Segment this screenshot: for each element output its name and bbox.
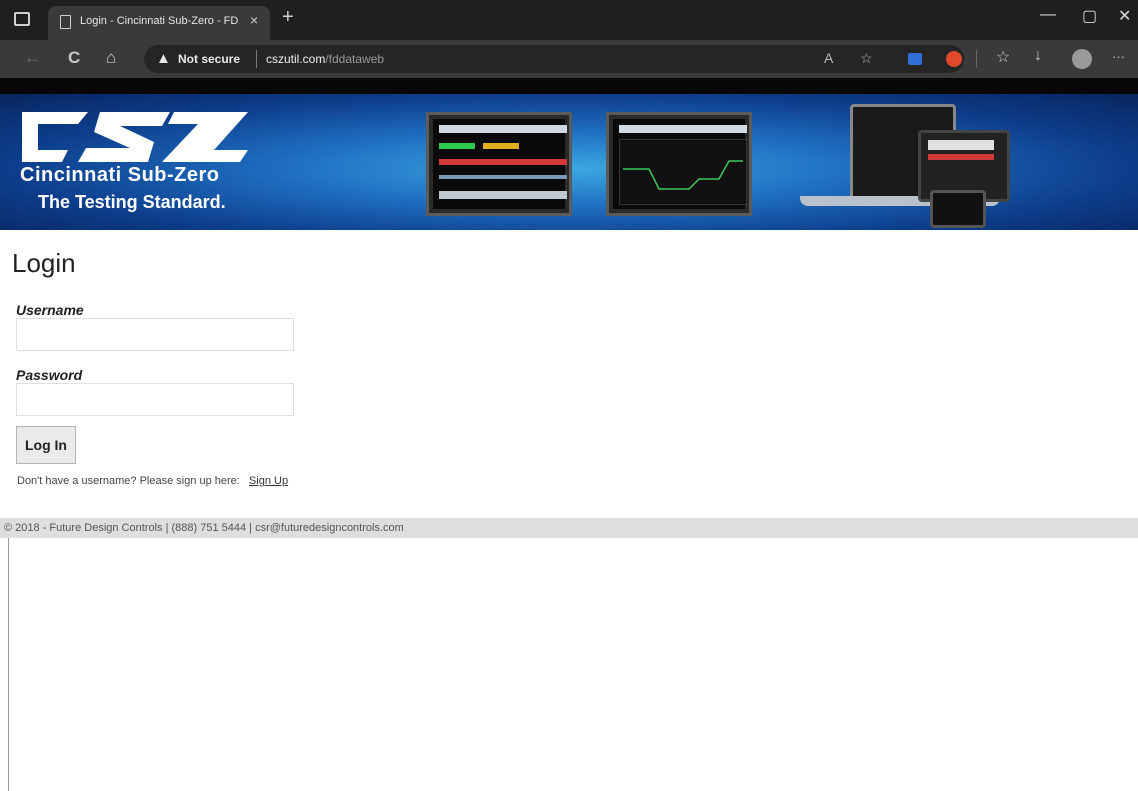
warning-icon[interactable]: ▲	[156, 50, 171, 67]
adblock-icon[interactable]	[946, 51, 962, 67]
signup-link[interactable]: Sign Up	[249, 475, 288, 487]
favorites-bar-icon[interactable]: ☆	[996, 47, 1010, 67]
home-icon[interactable]: ⌂	[106, 48, 116, 68]
address-bar[interactable]: ▲ Not secure cszutil.com/fddataweb A ☆	[144, 45, 964, 73]
tab-title: Login - Cincinnati Sub-Zero - FD…	[80, 15, 240, 27]
browser-toolbar: ← C ⌂ ▲ Not secure cszutil.com/fddataweb…	[0, 40, 1138, 78]
restore-icon[interactable]: ▢	[1082, 6, 1097, 26]
tab-close-icon[interactable]: ×	[250, 12, 258, 28]
tab-actions-icon[interactable]	[14, 12, 30, 26]
url-path: /fddataweb	[325, 52, 385, 66]
download-icon[interactable]: ↓	[1034, 47, 1042, 65]
browser-tab-bar: Login - Cincinnati Sub-Zero - FD… × + — …	[0, 0, 1138, 40]
url-text[interactable]: cszutil.com/fddataweb	[266, 52, 384, 66]
new-tab-icon[interactable]: +	[282, 6, 294, 29]
login-button[interactable]: Log In	[16, 426, 76, 464]
close-window-icon[interactable]: ✕	[1118, 6, 1131, 26]
password-label: Password	[16, 367, 83, 383]
username-input[interactable]	[16, 318, 294, 351]
more-icon[interactable]: ···	[1112, 49, 1125, 64]
footer-text: © 2018 - Future Design Controls | (888) …	[4, 522, 404, 534]
device-collage	[800, 104, 1010, 228]
favorite-icon[interactable]: ☆	[860, 50, 873, 67]
toolbar-separator	[976, 50, 977, 68]
page-title: Login	[12, 248, 76, 278]
password-input[interactable]	[16, 383, 294, 416]
signup-text: Don't have a username? Please sign up he…	[17, 475, 288, 487]
csz-logo	[22, 112, 248, 162]
address-separator	[256, 50, 257, 68]
back-icon[interactable]: ←	[24, 48, 41, 68]
signup-prompt: Don't have a username? Please sign up he…	[17, 475, 240, 487]
read-aloud-icon[interactable]: A	[824, 50, 833, 66]
page-footer: © 2018 - Future Design Controls | (888) …	[0, 518, 1138, 538]
controller-screenshot-2	[606, 112, 752, 216]
profile-avatar[interactable]	[1072, 49, 1092, 69]
tagline: The Testing Standard.	[38, 192, 226, 212]
minimize-icon[interactable]: —	[1040, 6, 1056, 24]
url-host: cszutil.com	[266, 52, 326, 66]
site-banner: Cincinnati Sub-Zero The Testing Standard…	[0, 94, 1138, 230]
username-label: Username	[16, 302, 84, 318]
reload-icon[interactable]: C	[68, 48, 80, 68]
page-icon	[60, 15, 71, 29]
page-left-border	[8, 538, 9, 791]
brand-name: Cincinnati Sub-Zero	[20, 164, 220, 186]
page-top-bar	[0, 78, 1138, 94]
browser-tab[interactable]: Login - Cincinnati Sub-Zero - FD… ×	[48, 6, 270, 40]
controller-screenshot-1	[426, 112, 572, 216]
extension-icon[interactable]	[908, 53, 922, 65]
trend-graph	[619, 139, 747, 205]
security-label[interactable]: Not secure	[178, 52, 240, 66]
